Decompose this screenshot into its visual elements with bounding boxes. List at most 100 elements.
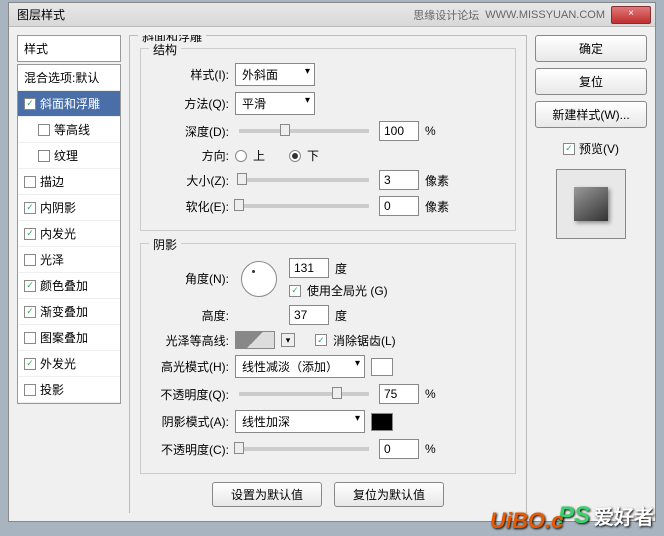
style-item-0[interactable]: 斜面和浮雕 [18, 91, 120, 117]
size-slider[interactable] [239, 178, 369, 182]
action-panel: 确定 复位 新建样式(W)... 预览(V) [535, 35, 647, 513]
antialias-label: 消除锯齿(L) [333, 332, 396, 349]
shadow-opacity-unit: % [425, 442, 455, 456]
angle-wheel[interactable] [241, 261, 277, 297]
highlight-opacity-label: 不透明度(Q): [151, 386, 229, 403]
shadow-mode-select[interactable]: 线性加深 [235, 410, 365, 433]
highlight-color-swatch[interactable] [371, 358, 393, 376]
style-label-1: 等高线 [54, 121, 90, 138]
shadow-opacity-slider[interactable] [239, 447, 369, 451]
angle-input[interactable] [289, 258, 329, 278]
close-button[interactable]: × [611, 6, 651, 24]
style-checkbox-2[interactable] [38, 150, 50, 162]
style-label-5: 内发光 [40, 225, 76, 242]
watermark-uibo: UiBO.c [490, 508, 563, 533]
depth-unit: % [425, 124, 455, 138]
structure-group: 结构 样式(I): 外斜面 方法(Q): 平滑 深度(D): % [140, 48, 516, 231]
style-checkbox-8[interactable] [24, 306, 36, 318]
direction-down-radio[interactable] [289, 150, 301, 162]
reset-default-button[interactable]: 复位为默认值 [334, 482, 444, 507]
gloss-contour-swatch[interactable] [235, 331, 275, 349]
style-label-3: 描边 [40, 173, 64, 190]
style-item-3[interactable]: 描边 [18, 169, 120, 195]
bevel-group: 斜面和浮雕 结构 样式(I): 外斜面 方法(Q): 平滑 深度(D): [129, 35, 527, 513]
shadow-opacity-input[interactable] [379, 439, 419, 459]
style-select[interactable]: 外斜面 [235, 63, 315, 86]
style-header[interactable]: 样式 [17, 35, 121, 62]
direction-up-radio[interactable] [235, 150, 247, 162]
shadow-group: 阴影 角度(N): 度 使用全局光 (G) [140, 243, 516, 474]
shadow-color-swatch[interactable] [371, 413, 393, 431]
style-item-7[interactable]: 颜色叠加 [18, 273, 120, 299]
depth-slider[interactable] [239, 129, 369, 133]
cancel-button[interactable]: 复位 [535, 68, 647, 95]
antialias-checkbox[interactable] [315, 334, 327, 346]
style-item-5[interactable]: 内发光 [18, 221, 120, 247]
style-item-2[interactable]: 纹理 [18, 143, 120, 169]
subtitle: 思缘设计论坛 [413, 7, 479, 23]
preview-checkbox[interactable] [563, 143, 575, 155]
highlight-opacity-input[interactable] [379, 384, 419, 404]
watermark-2: UiBO.c [490, 508, 563, 534]
style-label-6: 光泽 [40, 251, 64, 268]
style-item-10[interactable]: 外发光 [18, 351, 120, 377]
style-item-1[interactable]: 等高线 [18, 117, 120, 143]
preview-label: 预览(V) [579, 140, 619, 157]
down-label: 下 [307, 147, 319, 164]
style-checkbox-7[interactable] [24, 280, 36, 292]
style-item-4[interactable]: 内阴影 [18, 195, 120, 221]
highlight-mode-select[interactable]: 线性减淡（添加） [235, 355, 365, 378]
depth-label: 深度(D): [151, 123, 229, 140]
shadow-mode-label: 阴影模式(A): [151, 413, 229, 430]
structure-title: 结构 [149, 41, 181, 58]
highlight-opacity-unit: % [425, 387, 455, 401]
style-checkbox-9[interactable] [24, 332, 36, 344]
blend-options[interactable]: 混合选项:默认 [18, 65, 120, 91]
style-label-2: 纹理 [54, 147, 78, 164]
method-label: 方法(Q): [151, 95, 229, 112]
style-item-8[interactable]: 渐变叠加 [18, 299, 120, 325]
style-checkbox-0[interactable] [24, 98, 36, 110]
method-select[interactable]: 平滑 [235, 92, 315, 115]
ok-button[interactable]: 确定 [535, 35, 647, 62]
gloss-contour-dropdown[interactable]: ▾ [281, 333, 295, 347]
style-checkbox-11[interactable] [24, 384, 36, 396]
style-item-6[interactable]: 光泽 [18, 247, 120, 273]
size-input[interactable] [379, 170, 419, 190]
global-light-checkbox[interactable] [289, 285, 301, 297]
soften-slider[interactable] [239, 204, 369, 208]
size-unit: 像素 [425, 172, 455, 189]
style-label-0: 斜面和浮雕 [40, 95, 100, 112]
altitude-label: 高度: [151, 307, 229, 324]
style-label-11: 投影 [40, 381, 64, 398]
watermark: PS 爱好者 [558, 501, 654, 530]
settings-panel: 斜面和浮雕 结构 样式(I): 外斜面 方法(Q): 平滑 深度(D): [129, 35, 527, 513]
style-checkbox-3[interactable] [24, 176, 36, 188]
window-title: 图层样式 [13, 6, 65, 23]
angle-label: 角度(N): [151, 270, 229, 287]
shadow-opacity-label: 不透明度(C): [151, 441, 229, 458]
style-label-8: 渐变叠加 [40, 303, 88, 320]
style-label: 样式(I): [151, 66, 229, 83]
set-default-button[interactable]: 设置为默认值 [212, 482, 322, 507]
up-label: 上 [253, 147, 265, 164]
subtitle-url: WWW.MISSYUAN.COM [485, 9, 605, 21]
size-label: 大小(Z): [151, 172, 229, 189]
style-checkbox-6[interactable] [24, 254, 36, 266]
new-style-button[interactable]: 新建样式(W)... [535, 101, 647, 128]
style-item-9[interactable]: 图案叠加 [18, 325, 120, 351]
highlight-opacity-slider[interactable] [239, 392, 369, 396]
altitude-input[interactable] [289, 305, 329, 325]
style-checkbox-4[interactable] [24, 202, 36, 214]
depth-input[interactable] [379, 121, 419, 141]
style-item-11[interactable]: 投影 [18, 377, 120, 403]
style-checkbox-10[interactable] [24, 358, 36, 370]
watermark-text: 爱好者 [594, 501, 654, 530]
style-list-panel: 样式 混合选项:默认 斜面和浮雕等高线纹理描边内阴影内发光光泽颜色叠加渐变叠加图… [17, 35, 121, 513]
preview-box [556, 169, 626, 239]
style-list: 混合选项:默认 斜面和浮雕等高线纹理描边内阴影内发光光泽颜色叠加渐变叠加图案叠加… [17, 64, 121, 404]
style-checkbox-1[interactable] [38, 124, 50, 136]
soften-input[interactable] [379, 196, 419, 216]
style-label-9: 图案叠加 [40, 329, 88, 346]
style-checkbox-5[interactable] [24, 228, 36, 240]
